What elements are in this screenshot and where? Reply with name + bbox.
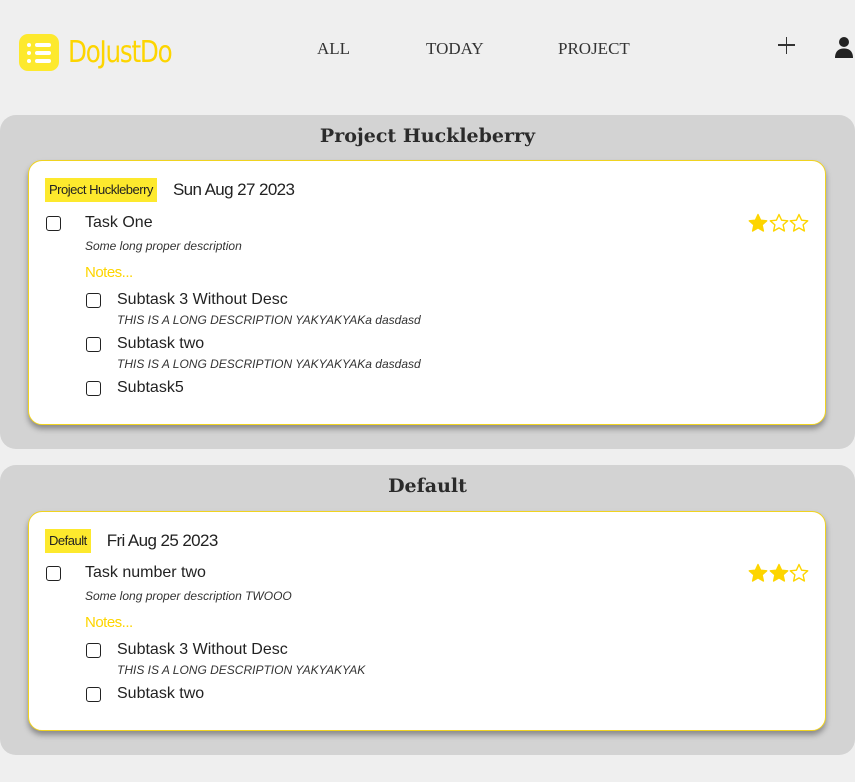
app-logo[interactable]: DoJustDo — [19, 34, 194, 71]
notes-toggle[interactable]: Notes... — [85, 614, 133, 631]
project-section: Default Default Fri Aug 25 2023 Task num… — [0, 465, 855, 755]
notes-toggle[interactable]: Notes... — [85, 264, 133, 281]
star-filled-icon[interactable] — [748, 563, 768, 583]
project-tag[interactable]: Project Huckleberry — [45, 178, 157, 202]
subtask-description: THIS IS A LONG DESCRIPTION YAKYAKYAKa da… — [117, 357, 421, 371]
task-card-header: Project Huckleberry Sun Aug 27 2023 — [45, 178, 295, 202]
top-navbar: DoJustDo ALL TODAY PROJECT — [0, 0, 855, 105]
task-description: Some long proper description TWOOO — [85, 589, 292, 603]
subtask-title: Subtask two — [117, 335, 205, 352]
task-card: Default Fri Aug 25 2023 Task number two … — [28, 511, 826, 731]
subtask-title: Subtask 3 Without Desc — [117, 641, 288, 658]
task-card-header: Default Fri Aug 25 2023 — [45, 529, 218, 553]
app-title: DoJustDo — [68, 35, 173, 70]
task-card: Project Huckleberry Sun Aug 27 2023 Task… — [28, 160, 826, 425]
priority-stars[interactable] — [748, 213, 810, 234]
task-description: Some long proper description — [85, 239, 242, 253]
user-profile-button[interactable] — [834, 36, 854, 58]
subtask-checkbox[interactable] — [86, 337, 101, 352]
nav-all[interactable]: ALL — [317, 39, 350, 59]
project-title: Default — [388, 475, 467, 497]
subtask-title: Subtask two — [117, 685, 205, 702]
star-outline-icon[interactable] — [789, 213, 809, 233]
star-filled-icon[interactable] — [748, 213, 768, 233]
task-checkbox[interactable] — [46, 216, 61, 231]
subtask-checkbox[interactable] — [86, 687, 101, 702]
star-filled-icon[interactable] — [769, 563, 789, 583]
task-checkbox[interactable] — [46, 566, 61, 581]
subtask-description: THIS IS A LONG DESCRIPTION YAKYAKYAK — [117, 663, 366, 677]
priority-stars[interactable] — [748, 563, 810, 584]
task-title: Task One — [85, 214, 153, 231]
user-icon — [835, 37, 853, 58]
task-title: Task number two — [85, 564, 206, 581]
project-section: Project Huckleberry Project Huckleberry … — [0, 115, 855, 449]
star-outline-icon[interactable] — [789, 563, 809, 583]
star-outline-icon[interactable] — [769, 213, 789, 233]
subtask-title: Subtask 3 Without Desc — [117, 291, 288, 308]
subtask-description: THIS IS A LONG DESCRIPTION YAKYAKYAKa da… — [117, 313, 421, 327]
project-title: Project Huckleberry — [319, 125, 536, 147]
list-icon — [19, 34, 59, 71]
nav-project[interactable]: PROJECT — [558, 39, 630, 59]
due-date: Fri Aug 25 2023 — [106, 531, 219, 550]
subtask-checkbox[interactable] — [86, 293, 101, 308]
subtask-checkbox[interactable] — [86, 643, 101, 658]
subtask-title: Subtask5 — [117, 379, 184, 396]
due-date: Sun Aug 27 2023 — [172, 180, 295, 199]
nav-today[interactable]: TODAY — [426, 39, 484, 59]
project-tag[interactable]: Default — [45, 529, 91, 553]
subtask-checkbox[interactable] — [86, 381, 101, 396]
add-task-button[interactable] — [776, 35, 796, 55]
